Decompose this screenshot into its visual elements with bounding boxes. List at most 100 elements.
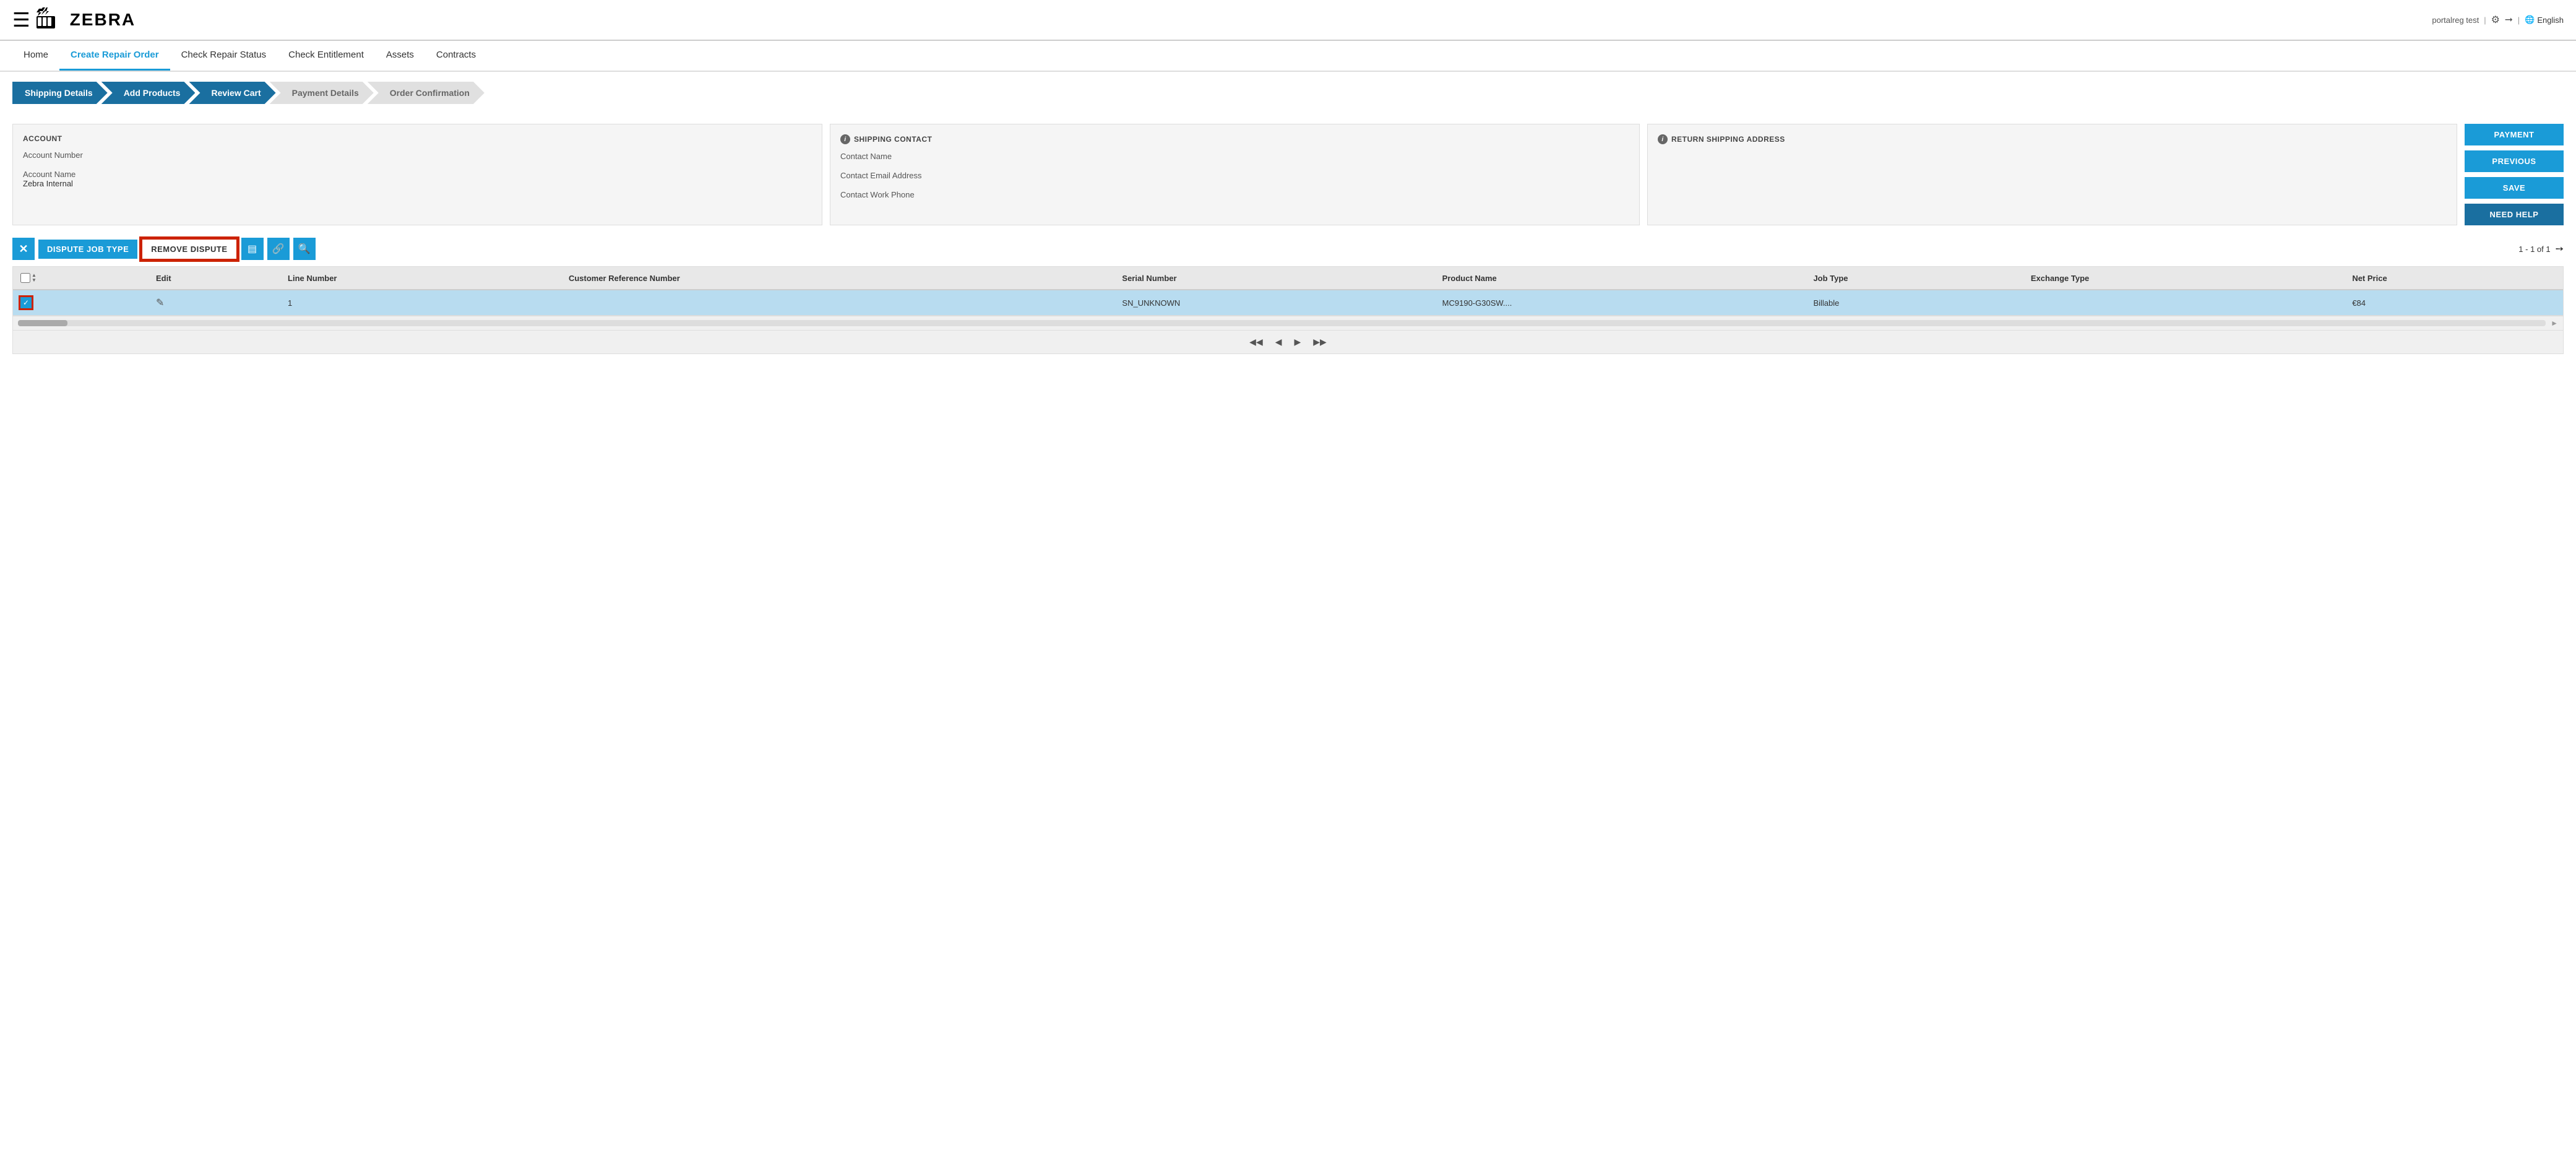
gear-icon[interactable]: ⚙ xyxy=(2491,14,2500,26)
first-page-button[interactable]: ◀◀ xyxy=(1246,336,1267,349)
previous-button[interactable]: PREVIOUS xyxy=(2465,150,2564,172)
search-icon-button[interactable]: 🔍 xyxy=(293,238,316,260)
payment-button[interactable]: PAYMENT xyxy=(2465,124,2564,145)
export-icon-button[interactable]: ▤ xyxy=(241,238,264,260)
edit-pencil-icon[interactable]: ✎ xyxy=(156,298,164,308)
nav-item-assets[interactable]: Assets xyxy=(375,41,425,71)
col-edit: Edit xyxy=(149,267,280,290)
next-page-button[interactable]: ▶ xyxy=(1291,336,1305,349)
account-number-field: Account Number xyxy=(23,150,812,160)
logo-area: ☰︎ ZEBRA xyxy=(12,6,136,33)
scrollbar-row: ► xyxy=(13,316,2563,330)
dispute-job-type-button[interactable]: DISPUTE JOB TYPE xyxy=(38,240,137,259)
cards-row: ACCOUNT Account Number Account Name Zebr… xyxy=(12,124,2564,225)
col-job-type: Job Type xyxy=(1806,267,2023,290)
row-checkbox-cell[interactable]: ✓ xyxy=(13,290,149,316)
account-name-value: Zebra Internal xyxy=(23,179,73,188)
row-serial-number: SN_UNKNOWN xyxy=(1114,290,1434,316)
contact-email-field: Contact Email Address xyxy=(840,171,1629,180)
header: ☰︎ ZEBRA portalreg test | ⚙ ⭢ | 🌐 Englis… xyxy=(0,0,2576,41)
last-page-button[interactable]: ▶▶ xyxy=(1309,336,1330,349)
scroll-right-indicator: ► xyxy=(2551,319,2558,327)
shipping-contact-info-icon: i xyxy=(840,134,850,144)
zebra-icon xyxy=(34,6,65,33)
export-icon: ▤ xyxy=(248,243,257,255)
scrollbar-thumb[interactable] xyxy=(18,320,67,326)
nav-item-check-entitlement[interactable]: Check Entitlement xyxy=(277,41,375,71)
prev-page-button[interactable]: ◀ xyxy=(1272,336,1286,349)
row-exchange-type xyxy=(2023,290,2345,316)
col-exchange-type: Exchange Type xyxy=(2023,267,2345,290)
language-selector[interactable]: 🌐 English xyxy=(2525,15,2564,25)
user-name: portalreg test xyxy=(2432,15,2479,25)
step-order-confirmation[interactable]: Order Confirmation xyxy=(368,82,485,104)
toolbar: ✕ DISPUTE JOB TYPE REMOVE DISPUTE ▤ 🔗 🔍 … xyxy=(12,238,2564,260)
row-product-name: MC9190-G30SW.... xyxy=(1435,290,1806,316)
logo-text: ZEBRA xyxy=(70,10,136,30)
zebra-logo-icon: ☰︎ xyxy=(12,8,30,32)
pagination-text: 1 - 1 of 1 xyxy=(2518,245,2550,254)
search-icon: 🔍 xyxy=(298,243,311,255)
table-header-row: ▲▼ Edit Line Number Customer Reference N… xyxy=(13,267,2563,290)
main-nav: Home Create Repair Order Check Repair St… xyxy=(0,41,2576,72)
nav-item-create-repair-order[interactable]: Create Repair Order xyxy=(59,41,170,71)
pagination-info: 1 - 1 of 1 ➙ xyxy=(2518,243,2564,255)
action-buttons: PAYMENT PREVIOUS SAVE NEED HELP xyxy=(2465,124,2564,225)
separator-2: | xyxy=(2518,15,2520,25)
link-icon-button[interactable]: 🔗 xyxy=(267,238,290,260)
col-checkbox: ▲▼ xyxy=(13,267,149,290)
products-table: ▲▼ Edit Line Number Customer Reference N… xyxy=(13,267,2563,316)
step-add-products[interactable]: Add Products xyxy=(101,82,196,104)
close-button[interactable]: ✕ xyxy=(12,238,35,260)
return-shipping-info-icon: i xyxy=(1658,134,1668,144)
row-net-price: €84 xyxy=(2345,290,2563,316)
link-icon: 🔗 xyxy=(272,243,285,255)
step-label-add-products: Add Products xyxy=(124,88,181,98)
main-content: ACCOUNT Account Number Account Name Zebr… xyxy=(0,114,2576,364)
need-help-button[interactable]: NEED HELP xyxy=(2465,204,2564,225)
row-checkbox[interactable]: ✓ xyxy=(20,297,32,308)
globe-icon: 🌐 xyxy=(2525,15,2535,25)
row-line-number: 1 xyxy=(280,290,561,316)
remove-dispute-button[interactable]: REMOVE DISPUTE xyxy=(141,238,237,260)
col-net-price: Net Price xyxy=(2345,267,2563,290)
return-shipping-title: i RETURN SHIPPING ADDRESS xyxy=(1658,134,2447,144)
col-customer-ref: Customer Reference Number xyxy=(561,267,1114,290)
row-job-type: Billable xyxy=(1806,290,2023,316)
scrollbar-track[interactable] xyxy=(18,320,2546,326)
step-label-order-confirmation: Order Confirmation xyxy=(390,88,470,98)
step-payment-details[interactable]: Payment Details xyxy=(270,82,374,104)
row-customer-ref xyxy=(561,290,1114,316)
sort-arrows[interactable]: ▲▼ xyxy=(32,273,37,283)
expand-icon[interactable]: ➙ xyxy=(2556,243,2564,255)
language-label: English xyxy=(2537,15,2564,25)
account-name-field: Account Name Zebra Internal xyxy=(23,170,812,188)
save-button[interactable]: SAVE xyxy=(2465,177,2564,199)
steps-bar: Shipping Details Add Products Review Car… xyxy=(0,72,2576,114)
table-row: ✓ ✎ 1 SN_UNKNOWN MC9190-G30SW.... Billab… xyxy=(13,290,2563,316)
logout-icon[interactable]: ⭢ xyxy=(2505,14,2513,25)
col-product-name: Product Name xyxy=(1435,267,1806,290)
header-checkbox[interactable] xyxy=(20,273,30,283)
nav-item-contracts[interactable]: Contracts xyxy=(425,41,487,71)
step-label-payment-details: Payment Details xyxy=(292,88,359,98)
separator-1: | xyxy=(2484,15,2486,25)
nav-item-home[interactable]: Home xyxy=(12,41,59,71)
table-container: ▲▼ Edit Line Number Customer Reference N… xyxy=(12,266,2564,354)
return-shipping-card: i RETURN SHIPPING ADDRESS xyxy=(1647,124,2457,225)
shipping-contact-card: i SHIPPING CONTACT Contact Name Contact … xyxy=(830,124,1640,225)
step-shipping-details[interactable]: Shipping Details xyxy=(12,82,108,104)
step-label-review-cart: Review Cart xyxy=(211,88,261,98)
account-card: ACCOUNT Account Number Account Name Zebr… xyxy=(12,124,822,225)
shipping-contact-title: i SHIPPING CONTACT xyxy=(840,134,1629,144)
col-line-number: Line Number xyxy=(280,267,561,290)
table-footer: ◀◀ ◀ ▶ ▶▶ xyxy=(13,330,2563,353)
contact-name-field: Contact Name xyxy=(840,152,1629,161)
row-edit-cell[interactable]: ✎ xyxy=(149,290,280,316)
contact-phone-field: Contact Work Phone xyxy=(840,190,1629,199)
step-review-cart[interactable]: Review Cart xyxy=(189,82,275,104)
header-right: portalreg test | ⚙ ⭢ | 🌐 English xyxy=(2432,14,2564,26)
step-label-shipping-details: Shipping Details xyxy=(25,88,93,98)
nav-item-check-repair-status[interactable]: Check Repair Status xyxy=(170,41,278,71)
account-card-title: ACCOUNT xyxy=(23,134,812,143)
